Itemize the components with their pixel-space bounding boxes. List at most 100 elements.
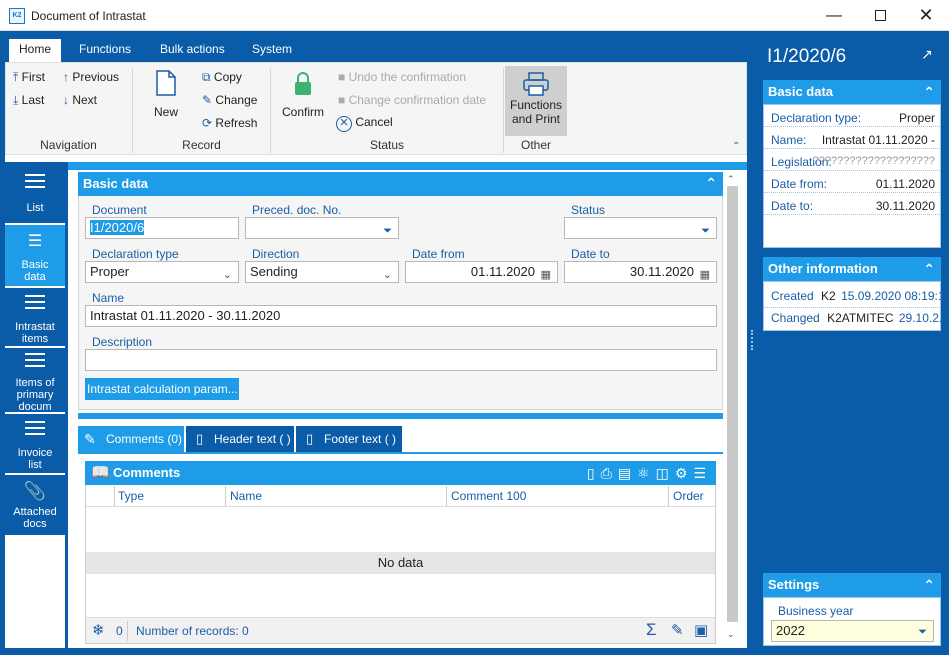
status-field[interactable]: ⏷: [564, 217, 717, 239]
scroll-thumb[interactable]: [727, 186, 738, 622]
sidebar-item-list[interactable]: List: [5, 162, 65, 223]
tab-bulk-actions[interactable]: Bulk actions: [150, 35, 235, 62]
direction-select[interactable]: Sending ⌄: [245, 261, 399, 283]
tab-footer-text[interactable]: ▯ Footer text ( ): [296, 426, 402, 452]
next-button[interactable]: ↓ Next: [63, 93, 97, 107]
document-value: I1/2020/6: [90, 220, 145, 235]
new-icon[interactable]: ▯: [587, 465, 601, 481]
snowflake-icon[interactable]: ❄: [92, 621, 105, 639]
close-button[interactable]: ✕: [903, 0, 949, 31]
lookup-icon[interactable]: ⏷: [701, 221, 710, 238]
edit-icon[interactable]: ✎: [671, 621, 684, 639]
right-other-box: Created K2 15.09.2020 08:19:19 Changed K…: [763, 281, 949, 331]
declaration-type-select[interactable]: Proper ⌄: [85, 261, 239, 283]
sidebar-item-items-of-primary[interactable]: Items of primary docum: [5, 348, 65, 413]
preced-doc-field[interactable]: ⏷: [245, 217, 399, 239]
sum-icon[interactable]: Σ: [646, 620, 657, 640]
sidebar-item-invoice-list[interactable]: Invoice list: [5, 414, 65, 473]
lookup-icon[interactable]: ⏷: [918, 622, 927, 642]
open-external-icon[interactable]: ↗: [921, 46, 933, 63]
first-label: First: [21, 70, 45, 84]
group-icon[interactable]: ⚛: [637, 465, 656, 481]
header-divider: [86, 506, 715, 507]
tab-comments[interactable]: ✎ Comments (0): [78, 426, 184, 452]
lock-icon: ■: [338, 70, 346, 84]
document-icon: ▯: [196, 431, 204, 446]
right-basic-header: Basic data ⌃: [763, 80, 941, 104]
window-title: Document of Intrastat: [31, 9, 146, 23]
calendar-icon[interactable]: ▦: [700, 265, 710, 282]
confirm-button[interactable]: Confirm: [278, 71, 328, 119]
lookup-icon[interactable]: ⏷: [383, 221, 392, 238]
change-date-label: Change confirmation date: [348, 93, 487, 107]
decl-type-value: Proper: [898, 111, 935, 125]
changed-date: 29.10.2...: [898, 311, 949, 325]
cancel-label: Cancel: [355, 115, 393, 129]
sidebar-item-attached-docs[interactable]: 📎 Attached docs: [5, 475, 65, 535]
right-basic-title: Basic data: [768, 84, 834, 99]
refresh-button[interactable]: ⟳ Refresh: [202, 116, 257, 130]
chart-icon[interactable]: ▤: [618, 465, 637, 481]
scroll-down-icon[interactable]: ⌄: [727, 629, 735, 640]
undo-confirmation-button[interactable]: ■ Undo the confirmation: [338, 70, 466, 84]
column-header-order[interactable]: Order: [669, 486, 709, 506]
right-basic-box: Declaration type: Proper Name: Intrastat…: [763, 104, 941, 248]
copy-button[interactable]: ⧉ Copy: [202, 70, 242, 85]
previous-label: Previous: [72, 70, 120, 84]
columns-icon[interactable]: ◫: [656, 465, 675, 481]
cancel-button[interactable]: ✕ Cancel: [336, 115, 393, 132]
chevron-up-icon[interactable]: ⌃: [923, 573, 935, 597]
export-icon[interactable]: ▣: [694, 621, 708, 639]
sidebar-item-intrastat-items[interactable]: Intrastat items: [5, 288, 65, 346]
chevron-up-icon[interactable]: ⌃: [923, 257, 935, 281]
tab-home[interactable]: Home: [9, 39, 61, 62]
decl-type-label: Declaration type:: [771, 111, 862, 125]
name-value: Intrastat 01.11.2020 -: [821, 133, 935, 147]
menu-icon[interactable]: ☰: [693, 465, 712, 481]
change-button[interactable]: ✎ Change: [202, 93, 257, 107]
list-icon: [25, 174, 45, 188]
tab-functions[interactable]: Functions: [69, 35, 141, 62]
column-header-name[interactable]: Name: [226, 486, 447, 506]
created-row: Created K2 15.09.2020 08:19:19: [771, 289, 949, 303]
description-field[interactable]: [85, 349, 717, 371]
name-field[interactable]: Intrastat 01.11.2020 - 30.11.2020: [85, 305, 717, 327]
collapse-ribbon-icon[interactable]: ⌃: [732, 141, 740, 152]
change-confirmation-date-button[interactable]: ■ Change confirmation date: [338, 93, 486, 107]
pane-splitter[interactable]: [751, 330, 755, 350]
previous-button[interactable]: ↑ Previous: [63, 70, 119, 84]
row-divider: [764, 307, 940, 308]
tab-header-text[interactable]: ▯ Header text ( ): [186, 426, 294, 452]
scroll-up-icon[interactable]: ⌃: [727, 174, 735, 185]
legislation-value: ????????????????????: [812, 155, 935, 167]
date-to-field[interactable]: 30.11.2020 ▦: [564, 261, 717, 283]
printer-icon[interactable]: ⎙: [601, 465, 618, 481]
minimize-button[interactable]: —: [811, 0, 857, 31]
intrastat-calc-param-button[interactable]: Intrastat calculation param...: [85, 378, 239, 400]
calendar-icon[interactable]: ▦: [541, 265, 551, 282]
first-button[interactable]: ⤒ First: [13, 70, 45, 85]
document-field[interactable]: I1/2020/6: [85, 217, 239, 239]
tab-system[interactable]: System: [242, 35, 302, 62]
book-icon: 📖: [91, 464, 110, 481]
business-year-label: Business year: [778, 604, 854, 618]
date-from-field[interactable]: 01.11.2020 ▦: [405, 261, 558, 283]
refresh-icon: ⟳: [202, 116, 213, 130]
undo-label: Undo the confirmation: [348, 70, 466, 84]
functions-and-print-button[interactable]: Functions and Print: [505, 66, 567, 136]
document-icon: ▯: [306, 431, 314, 446]
right-settings-header: Settings ⌃: [763, 573, 941, 597]
chevron-up-icon[interactable]: ⌃: [705, 171, 717, 195]
changed-row: Changed K2ATMITEC 29.10.2...: [771, 311, 949, 325]
business-year-field[interactable]: 2022 ⏷: [771, 620, 934, 642]
direction-label: Direction: [252, 247, 300, 261]
column-header-type[interactable]: Type: [114, 486, 226, 506]
gear-icon[interactable]: ⚙: [675, 465, 694, 481]
last-button[interactable]: ⤓ Last: [13, 93, 44, 108]
splitter[interactable]: [78, 413, 723, 419]
column-header-comment[interactable]: Comment 100: [447, 486, 669, 506]
sidebar-item-basic-data[interactable]: ☰ Basic data: [5, 225, 65, 286]
maximize-button[interactable]: [857, 0, 903, 31]
new-button[interactable]: New: [144, 69, 188, 119]
chevron-up-icon[interactable]: ⌃: [923, 80, 935, 104]
